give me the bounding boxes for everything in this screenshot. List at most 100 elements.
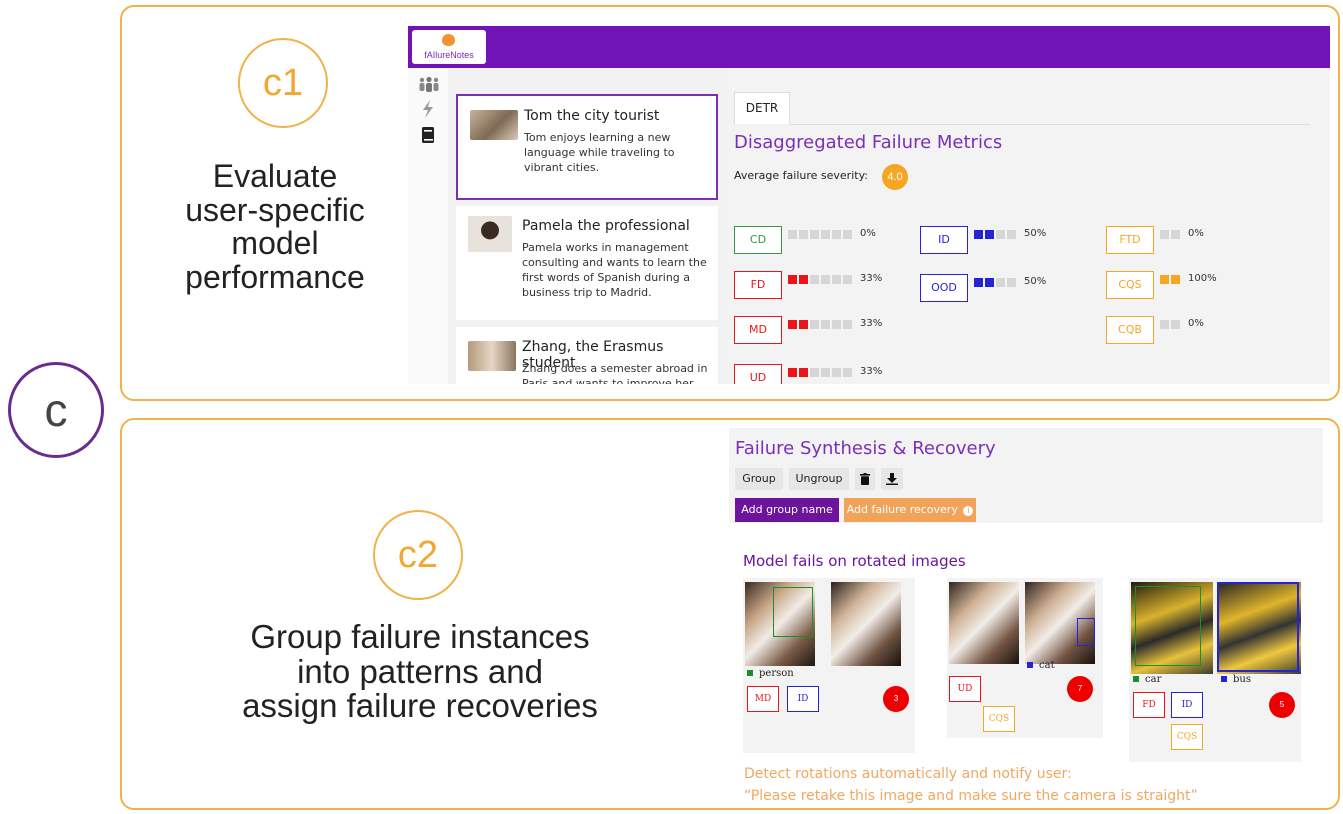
metric-code-button[interactable]: MD [734, 316, 782, 344]
metric-id: ID 50% [920, 226, 1100, 256]
failure-tag-md[interactable]: MD [747, 686, 779, 712]
instance-image [831, 582, 901, 666]
metric-square [788, 320, 797, 329]
persona-name: Pamela the professional [522, 218, 690, 234]
persona-avatar [470, 110, 518, 140]
label-swatch [1221, 676, 1227, 682]
download-button[interactable] [881, 468, 903, 490]
persona-card-zhang[interactable]: Zhang, the Erasmus student Zhang does a … [456, 327, 718, 384]
recovery-text-line: Detect rotations automatically and notif… [744, 766, 1072, 782]
avg-severity-badge: 4.0 [882, 164, 908, 190]
instance-image [1025, 582, 1095, 664]
failure-tag-id[interactable]: ID [787, 686, 819, 712]
metric-percent: 100% [1188, 273, 1217, 284]
group-title: Model fails on rotated images [743, 552, 966, 570]
metric-code-button[interactable]: UD [734, 364, 782, 384]
metric-square [832, 275, 841, 284]
cat-bbox [1077, 618, 1095, 646]
instance-image [1131, 582, 1213, 674]
metric-square [832, 368, 841, 377]
metric-square [974, 230, 983, 239]
metric-percent: 0% [1188, 318, 1204, 329]
add-failure-recovery-button[interactable]: Add failure recovery i [844, 498, 976, 522]
metric-code-button[interactable]: OOD [920, 274, 968, 302]
metric-code-button[interactable]: FD [734, 271, 782, 299]
label-swatch [1133, 676, 1139, 682]
metric-percent: 0% [1188, 228, 1204, 239]
metric-square [810, 320, 819, 329]
avg-severity-label: Average failure severity: [734, 169, 868, 182]
metric-square [788, 368, 797, 377]
label-text: car [1145, 674, 1162, 685]
metric-square [985, 230, 994, 239]
metric-ftd: FTD 0% [1106, 226, 1286, 256]
metric-bar [974, 278, 1016, 287]
metric-code-button[interactable]: CQS [1106, 271, 1154, 299]
failure-instance[interactable]: person MD ID 3 [743, 578, 915, 753]
metric-square [974, 278, 983, 287]
synthesis-toolbar: Failure Synthesis & Recovery Group Ungro… [729, 428, 1323, 523]
book-icon[interactable] [418, 126, 438, 146]
detection-label: cat [1027, 660, 1055, 671]
metric-cqb: CQB 0% [1106, 316, 1286, 346]
persona-card-pamela[interactable]: Pamela the professional Pamela works in … [456, 206, 718, 320]
metric-bar [974, 230, 1016, 239]
metric-percent: 33% [860, 318, 883, 329]
bolt-icon[interactable] [418, 100, 438, 120]
metric-square [1171, 275, 1180, 284]
metric-code-button[interactable]: CD [734, 226, 782, 254]
metric-percent: 0% [860, 228, 876, 239]
failure-tag-ud[interactable]: UD [949, 676, 981, 702]
instance-image [949, 582, 1019, 664]
metric-square [810, 230, 819, 239]
detection-label: car [1133, 674, 1161, 685]
label-text: bus [1233, 674, 1251, 685]
failure-instance[interactable]: cat UD CQS 7 [947, 578, 1103, 738]
metric-code-button[interactable]: FTD [1106, 226, 1154, 254]
metric-percent: 33% [860, 273, 883, 284]
step-label-c2: c2 [373, 510, 463, 600]
metric-square [1160, 275, 1169, 284]
metric-code-button[interactable]: CQB [1106, 316, 1154, 344]
person-bbox [773, 587, 813, 637]
metric-bar [788, 275, 852, 284]
figure-label-c: c [8, 362, 104, 458]
delete-button[interactable] [855, 468, 875, 490]
metric-square [832, 320, 841, 329]
failure-instance[interactable]: car bus FD ID CQS 5 [1129, 578, 1301, 762]
label-text: cat [1039, 660, 1055, 671]
c2-line: Group failure instances [250, 618, 590, 655]
app-logo[interactable]: fAIlureNotes [412, 30, 486, 64]
metric-square [1171, 320, 1180, 329]
failure-tag-cqs[interactable]: CQS [983, 706, 1015, 732]
detection-label: bus [1221, 674, 1251, 685]
failure-tag-fd[interactable]: FD [1133, 692, 1165, 718]
metric-percent: 50% [1024, 276, 1047, 287]
failure-synthesis-panel: Failure Synthesis & Recovery Group Ungro… [729, 428, 1323, 762]
metric-square [799, 230, 808, 239]
c1-line: model [231, 225, 319, 262]
people-icon[interactable] [418, 76, 439, 96]
metric-code-button[interactable]: ID [920, 226, 968, 254]
c1-line: Evaluate [212, 158, 338, 194]
metric-square [996, 230, 1005, 239]
group-button[interactable]: Group [735, 468, 783, 490]
recovery-text-line: “Please retake this image and make sure … [744, 788, 1198, 804]
persona-card-tom[interactable]: Tom the city tourist Tom enjoys learning… [456, 94, 718, 200]
metric-square [1007, 230, 1016, 239]
trash-icon [860, 473, 870, 485]
metric-square [832, 230, 841, 239]
ungroup-button[interactable]: Ungroup [789, 468, 849, 490]
tab-detr[interactable]: DETR [734, 92, 790, 124]
failure-tag-cqs[interactable]: CQS [1171, 724, 1203, 750]
persona-avatar [468, 341, 516, 371]
download-icon [886, 473, 898, 485]
metric-square [821, 320, 830, 329]
metric-square [843, 275, 852, 284]
add-group-name-button[interactable]: Add group name [735, 498, 839, 522]
info-icon: i [963, 506, 974, 516]
failure-tag-id[interactable]: ID [1171, 692, 1203, 718]
persona-description: Pamela works in management consulting an… [522, 241, 707, 299]
metric-square [1171, 230, 1180, 239]
metric-square [799, 320, 808, 329]
